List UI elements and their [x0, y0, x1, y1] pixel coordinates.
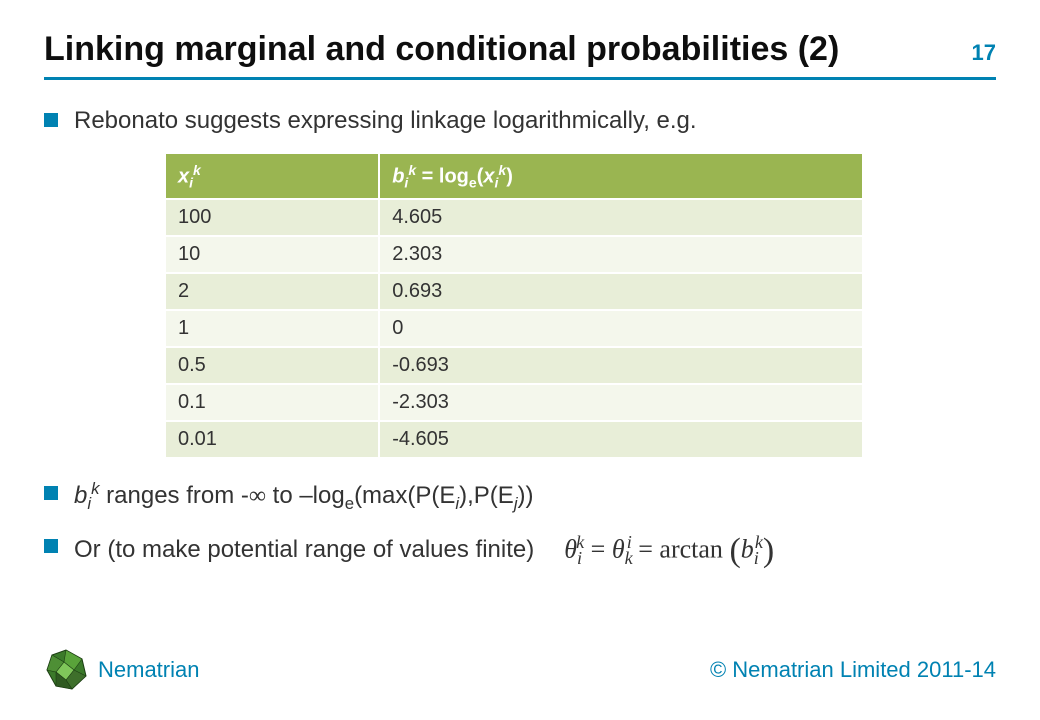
- header-x-sup: k: [193, 162, 201, 178]
- page-number: 17: [972, 40, 996, 66]
- table-header-b: bik = loge(xik): [379, 153, 863, 200]
- open-paren: (: [729, 537, 740, 564]
- cell-b: -4.605: [379, 421, 863, 458]
- bullet-finite: Or (to make potential range of values fi…: [44, 530, 996, 571]
- range-after-inf: to –log: [266, 482, 345, 509]
- cell-x: 0.5: [165, 347, 379, 384]
- header-b-e: e: [469, 174, 477, 190]
- range-close: )): [518, 482, 534, 509]
- eq-1: =: [591, 534, 612, 563]
- footer: Nematrian © Nematrian Limited 2011-14: [0, 648, 1040, 692]
- cell-x: 10: [165, 236, 379, 273]
- header-b-close: ): [506, 165, 513, 187]
- table-wrap: xik bik = loge(xik) 1004.605 102.303 20.…: [164, 152, 996, 460]
- range-log-e: e: [345, 494, 354, 513]
- theta-2-sup: i: [627, 532, 632, 552]
- cell-x: 2: [165, 273, 379, 310]
- cell-x: 0.1: [165, 384, 379, 421]
- bullet-rebonato-text: Rebonato suggests expressing linkage log…: [74, 107, 697, 134]
- footer-left: Nematrian: [44, 648, 199, 692]
- table-header-x: xik: [165, 153, 379, 200]
- nematrian-logo-icon: [44, 648, 88, 692]
- cell-b: -2.303: [379, 384, 863, 421]
- bullet-range: bik ranges from -∞ to –loge(max(P(Ei),P(…: [44, 477, 996, 515]
- cell-b: -0.693: [379, 347, 863, 384]
- theta-2: θ: [612, 534, 625, 563]
- theta-formula: θik = θki = arctan (bik): [564, 530, 774, 571]
- header-b-mid: = log: [416, 165, 469, 187]
- cell-x: 1: [165, 310, 379, 347]
- theta-1-sup: k: [576, 532, 584, 552]
- slide: Linking marginal and conditional probabi…: [0, 0, 1040, 720]
- header-b-sup: k: [408, 162, 416, 178]
- table-row: 0.1-2.303: [165, 384, 863, 421]
- cell-b: 2.303: [379, 236, 863, 273]
- brand-name: Nematrian: [98, 657, 199, 683]
- copyright: © Nematrian Limited 2011-14: [710, 657, 996, 683]
- cell-b: 0.693: [379, 273, 863, 310]
- table-row: 0.01-4.605: [165, 421, 863, 458]
- slide-body: Rebonato suggests expressing linkage log…: [0, 80, 1040, 571]
- cell-x: 0.01: [165, 421, 379, 458]
- bullet-rebonato: Rebonato suggests expressing linkage log…: [44, 104, 996, 138]
- eq-2: =: [638, 534, 659, 563]
- table-row: 20.693: [165, 273, 863, 310]
- cell-b: 4.605: [379, 199, 863, 236]
- title-row: Linking marginal and conditional probabi…: [0, 0, 1040, 69]
- cell-b: 0: [379, 310, 863, 347]
- range-paren: (max(P(E: [354, 482, 455, 509]
- range-comma: ),P(E: [459, 482, 514, 509]
- close-paren: ): [763, 537, 774, 564]
- formula-b: b: [741, 534, 754, 563]
- header-x-var: x: [178, 165, 189, 187]
- range-b: b: [74, 482, 87, 509]
- log-table: xik bik = loge(xik) 1004.605 102.303 20.…: [164, 152, 864, 460]
- formula-b-sup: k: [755, 532, 763, 552]
- infinity-symbol: ∞: [249, 483, 266, 509]
- table-row: 102.303: [165, 236, 863, 273]
- table-row: 0.5-0.693: [165, 347, 863, 384]
- table-row: 1004.605: [165, 199, 863, 236]
- table-row: 10: [165, 310, 863, 347]
- arctan: arctan: [659, 534, 723, 563]
- range-mid: ranges from -: [99, 482, 248, 509]
- bullet-finite-text: Or (to make potential range of values fi…: [74, 533, 534, 567]
- slide-title: Linking marginal and conditional probabi…: [44, 30, 839, 69]
- cell-x: 100: [165, 199, 379, 236]
- header-b-var: b: [392, 165, 404, 187]
- header-b-x: x: [483, 165, 494, 187]
